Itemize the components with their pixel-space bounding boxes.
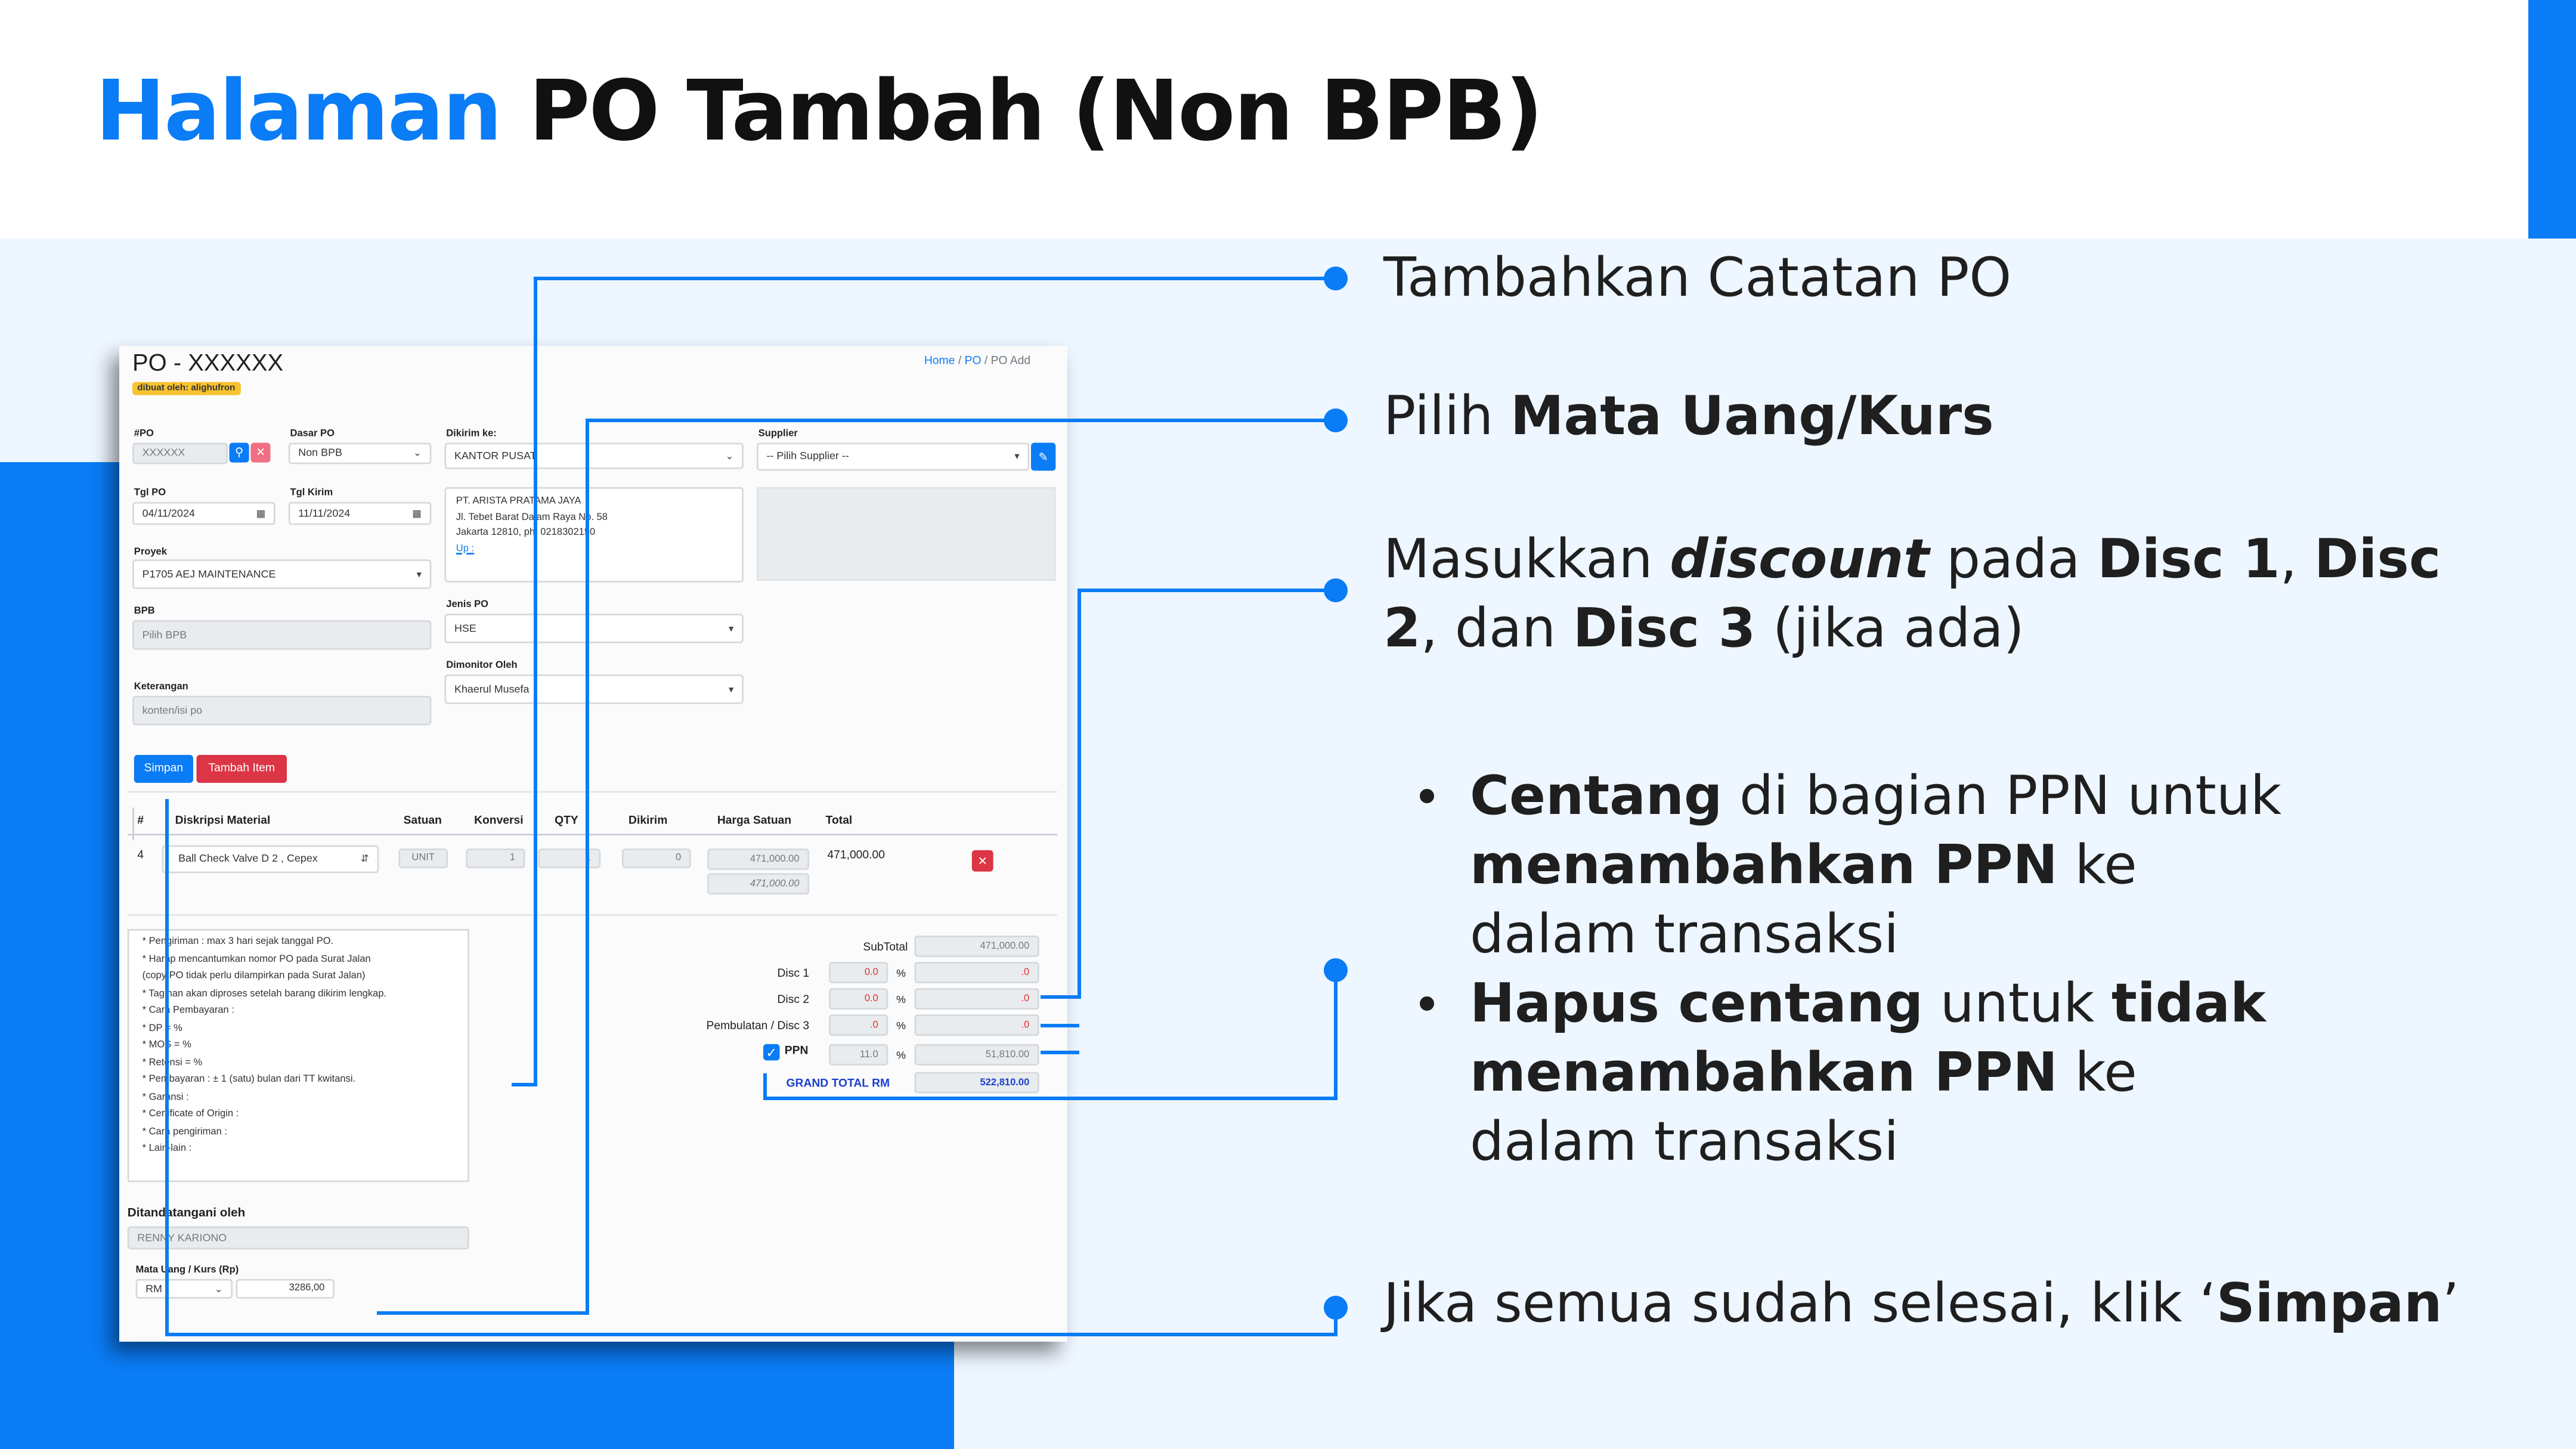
annotation-kurs: Pilih Mata Uang/Kurs [1383,385,1994,447]
connector-ppn [763,970,1337,1100]
connector-dot-simpan [1324,1296,1348,1320]
connector-disc [1041,589,1336,999]
annotation-ppn-list: Centang di bagian PPN untuk menambahkan … [1420,761,2317,1176]
connector-lines [165,267,1348,1336]
connector-dot-kurs [1324,408,1348,432]
connector-kurs [377,419,1336,1315]
annotation-discount: Masukkan discount pada Disc 1, Disc 2, d… [1383,528,2441,660]
annotation-catatan: Tambahkan Catatan PO [1383,246,2012,309]
connector-dot-disc [1324,578,1348,602]
annotation-ppn-add: Centang di bagian PPN untuk menambahkan … [1420,761,2317,969]
connector-dot-ppn [1324,958,1348,982]
connector-simpan [165,799,1337,1336]
connector-catatan [512,277,1336,1086]
annotation-simpan: Jika semua sudah selesai, klik ‘Simpan’ [1383,1272,2460,1335]
connector-dot-catatan [1324,267,1348,290]
annotation-ppn-remove: Hapus centang untuk tidak menambahkan PP… [1420,969,2317,1176]
